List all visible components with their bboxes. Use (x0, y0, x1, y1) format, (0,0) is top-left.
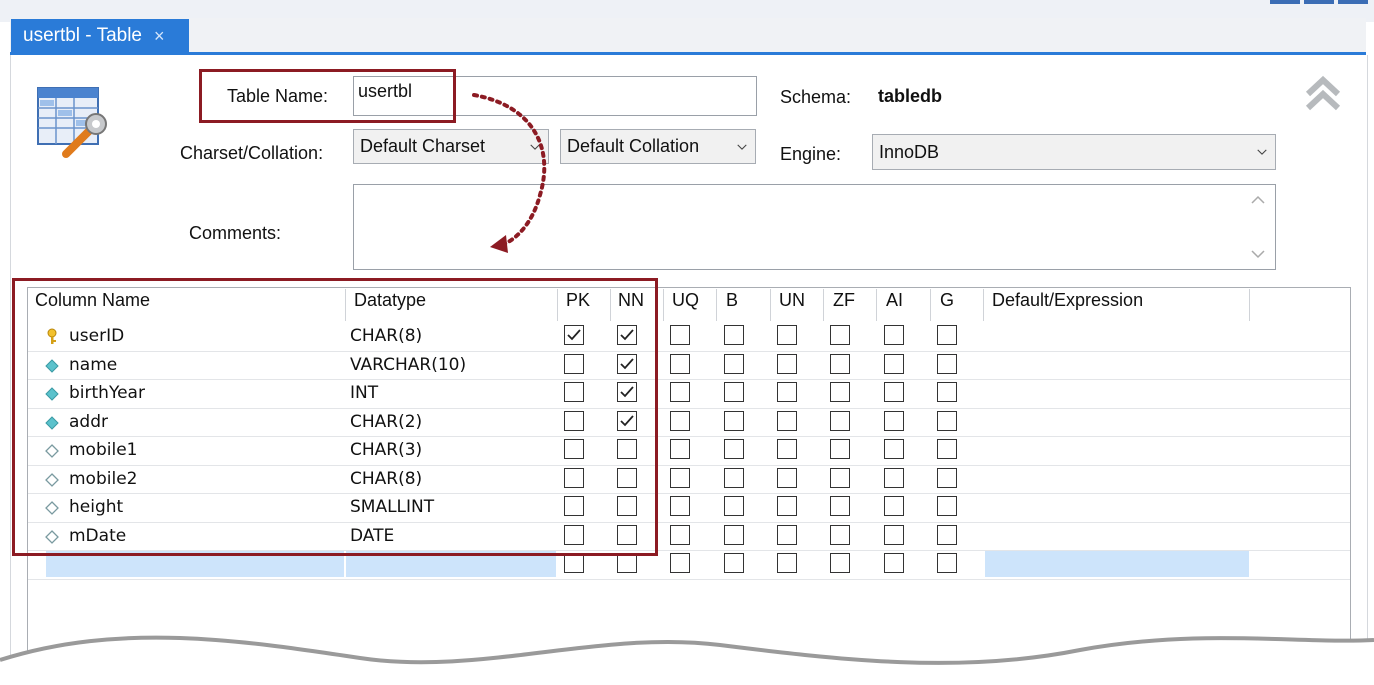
flag-checkbox-uq[interactable] (670, 382, 690, 402)
flag-checkbox-b[interactable] (724, 553, 744, 573)
flag-checkbox-ai[interactable] (884, 467, 904, 488)
header-divider (983, 289, 984, 321)
row-separator (28, 578, 1350, 580)
charset-collation-label: Charset/Collation: (180, 143, 324, 163)
header-uq[interactable]: UQ (672, 290, 699, 311)
collation-select[interactable]: Default Collation (560, 129, 756, 164)
flag-checkbox-un[interactable] (777, 353, 797, 374)
header-g[interactable]: G (940, 290, 954, 311)
flag-checkbox-g[interactable] (937, 524, 957, 545)
engine-value: InnoDB (879, 141, 940, 162)
flag-checkbox-ai[interactable] (884, 325, 904, 345)
header-divider (1249, 289, 1250, 321)
flag-checkbox-g[interactable] (937, 439, 957, 459)
header-divider (823, 289, 824, 321)
flag-checkbox-ai[interactable] (884, 439, 904, 459)
flag-checkbox-b[interactable] (724, 439, 744, 459)
header-divider (930, 289, 931, 321)
flag-checkbox-un[interactable] (777, 524, 797, 545)
flag-checkbox-uq[interactable] (670, 325, 690, 345)
flag-checkbox-b[interactable] (724, 382, 744, 402)
comments-label: Comments: (189, 223, 282, 243)
header-divider (876, 289, 877, 321)
flag-checkbox-uq[interactable] (670, 467, 690, 488)
torn-edge (0, 635, 1374, 685)
flag-checkbox-ai[interactable] (884, 353, 904, 374)
flag-checkbox-ai[interactable] (884, 553, 904, 573)
flag-checkbox-b[interactable] (724, 496, 744, 516)
header-b[interactable]: B (726, 290, 738, 311)
columns-highlight-box (12, 278, 658, 556)
flag-checkbox-ai[interactable] (884, 382, 904, 402)
flag-checkbox-uq[interactable] (670, 410, 690, 431)
flag-checkbox-zf[interactable] (830, 410, 850, 431)
tab-close-icon[interactable]: × (154, 26, 165, 47)
flag-checkbox-un[interactable] (777, 410, 797, 431)
flag-checkbox-b[interactable] (724, 325, 744, 345)
chevron-down-icon (737, 144, 747, 150)
flag-checkbox-un[interactable] (777, 467, 797, 488)
flag-checkbox-uq[interactable] (670, 553, 690, 573)
flag-checkbox-ai[interactable] (884, 410, 904, 431)
flag-checkbox-zf[interactable] (830, 524, 850, 545)
header-default-expression[interactable]: Default/Expression (992, 290, 1143, 311)
flag-checkbox-g[interactable] (937, 496, 957, 516)
flag-checkbox-nn[interactable] (617, 553, 637, 573)
flag-checkbox-b[interactable] (724, 524, 744, 545)
flag-checkbox-un[interactable] (777, 439, 797, 459)
flag-checkbox-zf[interactable] (830, 553, 850, 573)
flag-checkbox-un[interactable] (777, 496, 797, 516)
flag-checkbox-uq[interactable] (670, 439, 690, 459)
scroll-down-icon[interactable] (1251, 249, 1265, 259)
header-zf[interactable]: ZF (833, 290, 855, 311)
new-row-default-cell[interactable] (985, 550, 1249, 577)
flag-checkbox-ai[interactable] (884, 524, 904, 545)
table-name-highlight-box (199, 69, 456, 123)
tab-title: usertbl - Table (23, 25, 142, 46)
flag-checkbox-zf[interactable] (830, 325, 850, 345)
flag-checkbox-uq[interactable] (670, 524, 690, 545)
header-divider (663, 289, 664, 321)
tab-bar (10, 18, 1366, 52)
flag-checkbox-g[interactable] (937, 353, 957, 374)
flag-checkbox-un[interactable] (777, 553, 797, 573)
schema-value: tabledb (878, 86, 943, 106)
annotation-arrow (472, 93, 547, 253)
header-divider (716, 289, 717, 321)
flag-checkbox-uq[interactable] (670, 496, 690, 516)
flag-checkbox-zf[interactable] (830, 382, 850, 402)
collation-value: Default Collation (567, 136, 700, 156)
flag-checkbox-pk[interactable] (564, 553, 584, 573)
flag-checkbox-zf[interactable] (830, 496, 850, 516)
flag-checkbox-g[interactable] (937, 325, 957, 345)
scroll-up-icon[interactable] (1251, 195, 1265, 205)
flag-checkbox-b[interactable] (724, 410, 744, 431)
flag-checkbox-zf[interactable] (830, 439, 850, 459)
chevron-down-icon (1257, 149, 1267, 155)
tab-usertbl-table[interactable]: usertbl - Table × (11, 19, 189, 53)
engine-label: Engine: (780, 144, 842, 164)
flag-checkbox-g[interactable] (937, 467, 957, 488)
flag-checkbox-un[interactable] (777, 382, 797, 402)
flag-checkbox-b[interactable] (724, 467, 744, 488)
engine-select[interactable]: InnoDB (872, 134, 1276, 170)
header-ai[interactable]: AI (886, 290, 903, 311)
flag-checkbox-ai[interactable] (884, 496, 904, 516)
flag-checkbox-g[interactable] (937, 410, 957, 431)
header-divider (770, 289, 771, 321)
flag-checkbox-zf[interactable] (830, 353, 850, 374)
flag-checkbox-g[interactable] (937, 382, 957, 402)
collapse-up-icon[interactable] (1304, 74, 1342, 112)
header-un[interactable]: UN (779, 290, 805, 311)
flag-checkbox-zf[interactable] (830, 467, 850, 488)
flag-checkbox-b[interactable] (724, 353, 744, 374)
schema-label: Schema: (780, 87, 852, 107)
flag-checkbox-uq[interactable] (670, 353, 690, 374)
flag-checkbox-g[interactable] (937, 553, 957, 573)
flag-checkbox-un[interactable] (777, 325, 797, 345)
table-editor-icon (37, 87, 107, 158)
window-controls (1270, 0, 1368, 4)
